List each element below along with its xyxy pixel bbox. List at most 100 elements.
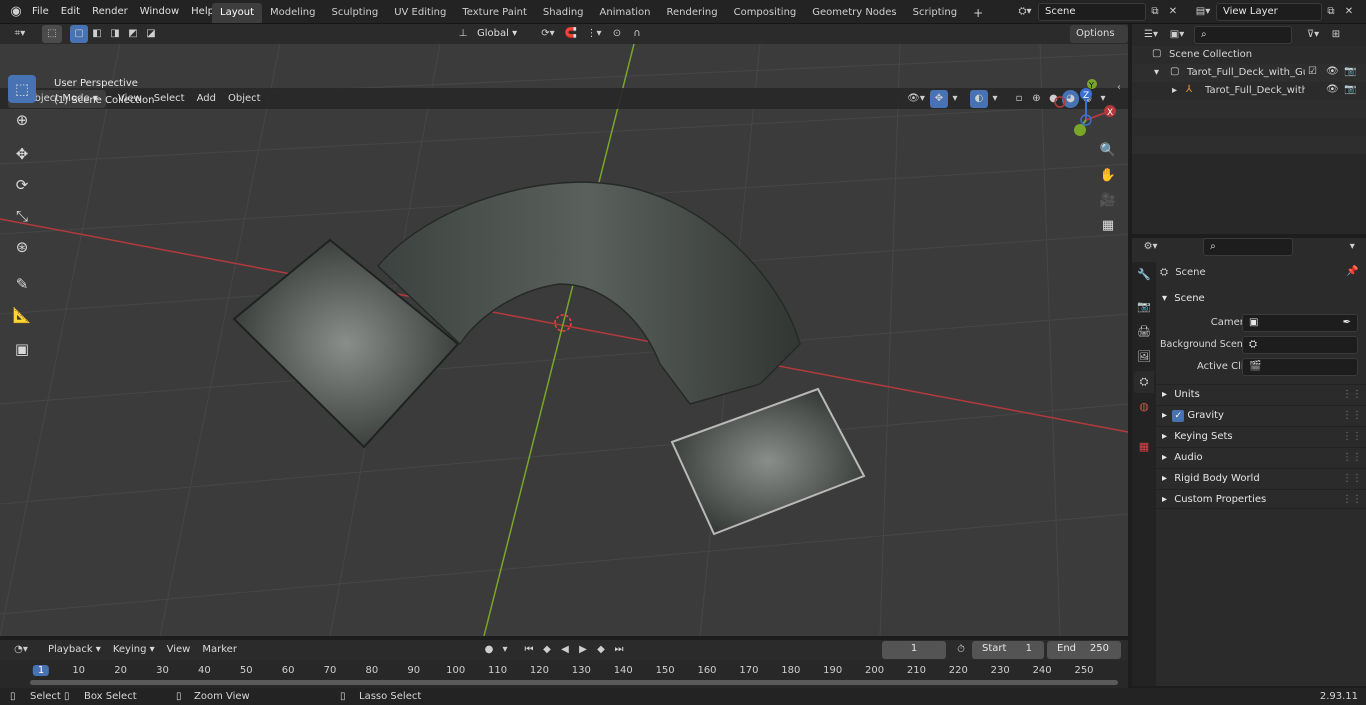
mode-extend-icon[interactable]: ◧ (88, 25, 106, 43)
zoom-view-icon[interactable]: 🔍 (1097, 140, 1119, 162)
xray-icon[interactable]: ▫ (1010, 90, 1028, 108)
tab-rendering[interactable]: Rendering (659, 3, 726, 23)
transform-tool[interactable]: ⊛ (8, 233, 36, 261)
blender-logo-icon[interactable]: ◉ (6, 0, 26, 24)
mode-intersect-icon[interactable]: ◪ (142, 25, 160, 43)
proportional-edit-icon[interactable]: ⊙ (607, 25, 627, 43)
overlay-dropdown-icon[interactable]: ▾ (988, 90, 1002, 108)
scene-icon[interactable]: ⛭▾ (1012, 3, 1038, 21)
camera-field[interactable]: ▣ ✒ (1242, 314, 1358, 332)
preview-range-icon[interactable]: ⏱ (952, 641, 970, 659)
drag-handle-icon[interactable]: ⋮⋮ (1342, 406, 1362, 426)
close-scene-icon[interactable]: ✕ (1164, 3, 1182, 21)
units-panel[interactable]: ▸ Units ⋮⋮ (1156, 384, 1366, 404)
view-layer-tab-icon[interactable]: 🖼 (1134, 346, 1154, 368)
rotate-tool[interactable]: ⟳ (8, 171, 36, 199)
outliner-row-1[interactable]: ▾ ▢ Tarot_Full_Deck_with_Guidebook ☑ 👁 📷 (1132, 64, 1366, 82)
gizmo-dropdown-icon[interactable]: ▾ (948, 90, 962, 108)
keying-menu[interactable]: Keying ▾ (107, 641, 161, 659)
pin-icon[interactable]: 📌 (1346, 266, 1358, 277)
sidebar-toggle-icon[interactable]: ‹ (1117, 82, 1121, 93)
properties-search[interactable]: ⌕ (1203, 238, 1293, 256)
camera-render-icon[interactable]: 📷 (1344, 66, 1356, 77)
expand-arrow-icon[interactable]: ▾ (1154, 67, 1159, 78)
outliner-row-2[interactable]: ▸ ⅄ Tarot_Full_Deck_with_Gu 👁 📷 (1132, 82, 1366, 100)
playhead-frame[interactable]: 1 (32, 665, 50, 676)
outliner-row-scene-collection[interactable]: ▢ Scene Collection (1132, 46, 1366, 64)
mode-subtract-icon[interactable]: ◨ (106, 25, 124, 43)
record-icon[interactable]: ● (480, 641, 498, 659)
drag-handle-icon[interactable]: ⋮⋮ (1342, 427, 1362, 447)
scale-tool[interactable]: ⤡ (8, 202, 36, 230)
checkbox-icon[interactable]: ☑ (1308, 66, 1317, 77)
visibility-icon[interactable]: 👁▾ (902, 90, 930, 108)
rigid-body-world-panel[interactable]: ▸ Rigid Body World ⋮⋮ (1156, 468, 1366, 488)
camera-view-icon[interactable]: 🎥 (1097, 190, 1119, 212)
copy-scene-icon[interactable]: ⧉ (1146, 3, 1164, 21)
viewport-scene[interactable] (0, 44, 1128, 636)
select-box-tool[interactable]: ⬚ (8, 75, 36, 103)
record-dropdown-icon[interactable]: ▾ (498, 641, 512, 659)
tab-scripting[interactable]: Scripting (905, 3, 965, 23)
measure-tool[interactable]: 📐 (8, 301, 36, 329)
jump-keyframe-forward-icon[interactable]: ◆ (592, 641, 610, 659)
tarot-card-bottom[interactable] (670, 387, 866, 536)
filter-icon[interactable]: ⊽▾ (1300, 26, 1326, 44)
world-tab-icon[interactable]: ◍ (1134, 396, 1154, 418)
jump-keyframe-back-icon[interactable]: ◆ (538, 641, 556, 659)
tab-compositing[interactable]: Compositing (726, 3, 805, 23)
navigation-gizmo[interactable]: Z X Y (1052, 76, 1122, 146)
pan-view-icon[interactable]: ✋ (1097, 165, 1119, 187)
editor-type-icon[interactable]: ⌗▾ (8, 25, 32, 43)
timeline-view-menu[interactable]: View (161, 641, 197, 659)
3d-viewport[interactable]: ▣ Object Mode ▾ View Select Add Object 👁… (0, 44, 1128, 636)
wireframe-shading-icon[interactable]: ⊕ (1028, 90, 1045, 108)
background-scene-field[interactable]: ⛭ (1242, 336, 1358, 354)
options-dropdown[interactable]: Options ▾ (1070, 25, 1128, 57)
timeline-editor-icon[interactable]: ◔▾ (8, 641, 34, 659)
menu-render[interactable]: Render (86, 0, 134, 24)
move-tool[interactable]: ✥ (8, 140, 36, 168)
tab-texture-paint[interactable]: Texture Paint (454, 3, 535, 23)
scene-tab-icon[interactable]: ⛭ (1134, 371, 1154, 393)
drag-handle-icon[interactable]: ⋮⋮ (1342, 469, 1362, 489)
audio-panel[interactable]: ▸ Audio ⋮⋮ (1156, 447, 1366, 467)
tarot-deck-fan[interactable] (376, 181, 801, 405)
texture-tab-icon[interactable]: ▦ (1134, 436, 1154, 458)
display-mode-icon[interactable]: ▣▾ (1164, 26, 1190, 44)
start-frame-field[interactable]: Start 1 (972, 641, 1044, 659)
properties-options-icon[interactable]: ▾ (1343, 238, 1362, 256)
tab-uv-editing[interactable]: UV Editing (386, 3, 454, 23)
drag-handle-icon[interactable]: ⋮⋮ (1342, 448, 1362, 468)
drag-handle-icon[interactable]: ⋮⋮ (1342, 385, 1362, 405)
output-tab-icon[interactable]: 🖨 (1134, 321, 1154, 343)
menu-window[interactable]: Window (134, 0, 185, 24)
outliner-editor-icon[interactable]: ☰▾ (1138, 26, 1164, 44)
tool-tab-icon[interactable]: 🔧 (1134, 264, 1154, 286)
play-reverse-icon[interactable]: ◀ (556, 641, 574, 659)
drag-handle-icon[interactable]: ⋮⋮ (1342, 490, 1362, 510)
overlay-toggle-icon[interactable]: ◐ (970, 90, 988, 108)
snap-icon[interactable]: 🧲 (561, 25, 581, 43)
add-menu[interactable]: Add (191, 90, 222, 108)
close-view-layer-icon[interactable]: ✕ (1340, 3, 1358, 21)
tab-modeling[interactable]: Modeling (262, 3, 324, 23)
orientation-dropdown[interactable]: Global ▾ (471, 25, 535, 43)
pivot-icon[interactable]: ⟳▾ (535, 25, 561, 43)
camera-render-icon[interactable]: 📷 (1344, 84, 1356, 95)
tab-sculpting[interactable]: Sculpting (324, 3, 387, 23)
add-cube-tool[interactable]: ▣ (8, 335, 36, 363)
timeline-scrollbar[interactable] (30, 680, 1118, 685)
marker-menu[interactable]: Marker (196, 641, 243, 659)
eye-icon[interactable]: 👁 (1326, 84, 1339, 95)
falloff-icon[interactable]: ∩ (627, 25, 647, 43)
end-frame-field[interactable]: End 250 (1047, 641, 1121, 659)
playback-menu[interactable]: Playback ▾ (42, 641, 107, 659)
view-layer-icon[interactable]: ▤▾ (1190, 3, 1216, 21)
current-frame-field[interactable]: 1 (882, 641, 946, 659)
ortho-toggle-icon[interactable]: ▦ (1097, 215, 1119, 237)
custom-properties-panel[interactable]: ▸ Custom Properties ⋮⋮ (1156, 489, 1366, 509)
annotate-tool[interactable]: ✎ (8, 270, 36, 298)
tab-shading[interactable]: Shading (535, 3, 592, 23)
render-tab-icon[interactable]: 📷 (1134, 296, 1154, 318)
